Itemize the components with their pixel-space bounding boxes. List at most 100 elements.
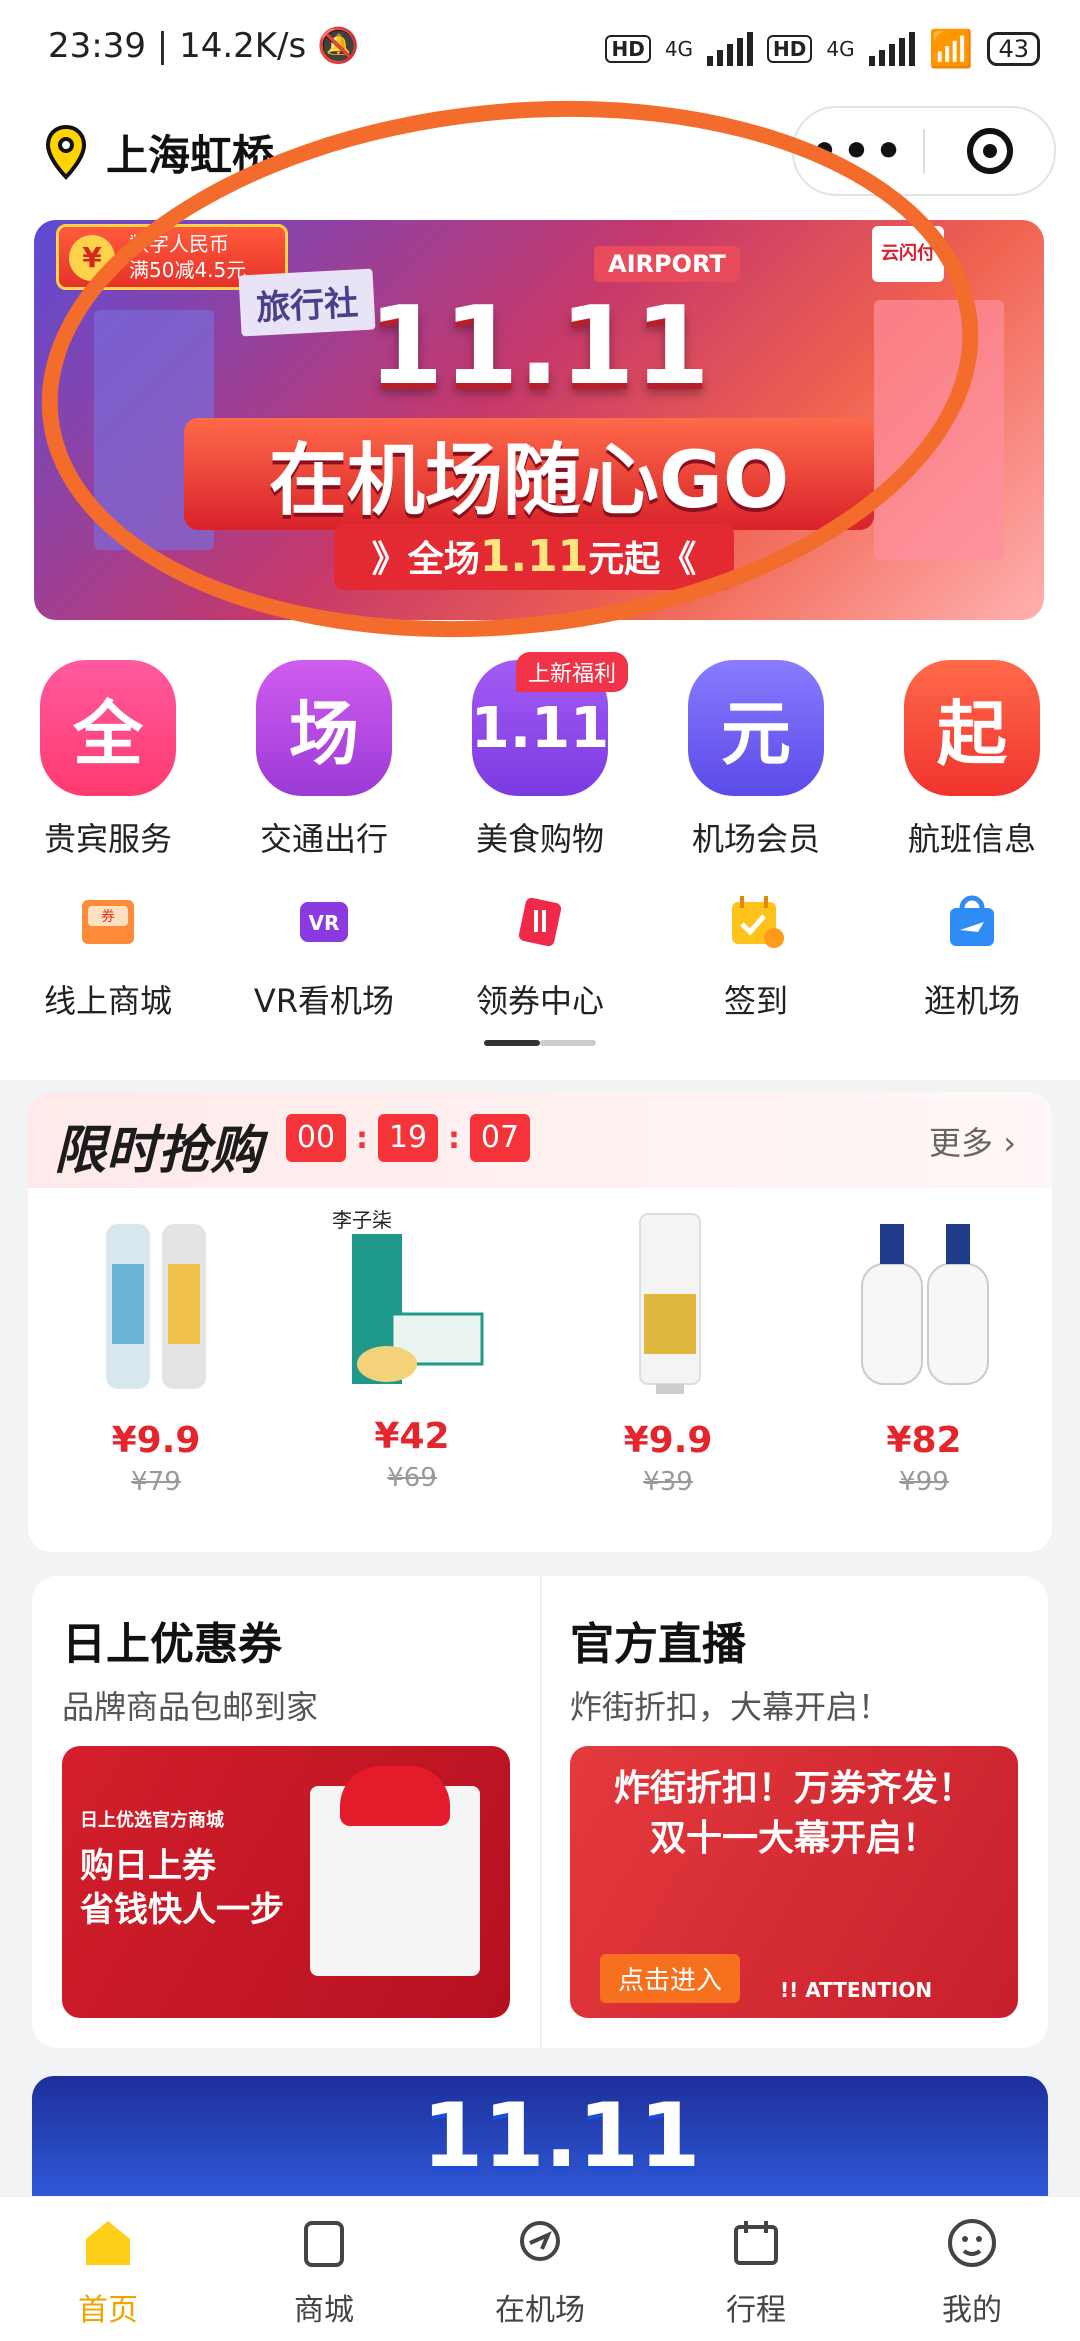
product-original-price: ¥99 (899, 1467, 949, 1497)
timer-hours: 00 (286, 1114, 346, 1162)
official-live-card[interactable]: 官方直播 炸街折扣，大幕开启！ 炸街折扣！万券齐发！ 双十一大幕开启！ 点击进入 … (540, 1576, 1048, 2048)
vr-icon: VR (300, 902, 348, 942)
chevron-right-icon: › (1003, 1124, 1016, 1162)
status-right: HD 4G HD 4G 📶 43 (605, 28, 1040, 70)
signal-icon-2 (868, 32, 915, 66)
page-indicator (484, 1040, 596, 1046)
vr-airport[interactable]: VR VR看机场 (244, 890, 404, 1022)
sig-label-2: 4G (826, 37, 855, 61)
card-image-line-1: 日上优选官方商城 (80, 1810, 224, 1831)
card-title: 官方直播 (570, 1619, 746, 1670)
location-pin-icon (45, 124, 87, 180)
browse-airport-label: 逛机场 (923, 982, 1020, 1020)
service-flight-info[interactable]: 起 航班信息 (892, 660, 1052, 860)
sig-label-1: 4G (664, 37, 694, 61)
vr-airport-label: VR看机场 (253, 982, 395, 1020)
card-image-line-2: 购日上券 省钱快人一步 (80, 1844, 284, 1932)
img-line-2a: 购日上券 (80, 1846, 216, 1886)
vip-glyph-icon: 全 (40, 660, 176, 796)
status-bar: 23:39 | 14.2K/s 🔕 HD 4G HD 4G 📶 43 (0, 0, 1080, 100)
product-price: ¥9.9 (623, 1420, 713, 1461)
secondary-banner-headline: 11.11 (422, 2084, 701, 2187)
card-subtitle: 炸街折扣，大幕开启！ (570, 1688, 891, 1726)
clock: 23:39 (48, 26, 146, 66)
product-list: ¥9.9 ¥79 李子柒 ¥42 ¥69 ¥9.9 ¥39 ¥82 ¥99 (28, 1204, 1052, 1497)
airport-icon (520, 2221, 560, 2261)
shopping-bag-plane-icon (950, 895, 994, 946)
tab-label: 商城 (294, 2293, 354, 2328)
timer-minutes: 19 (378, 1114, 438, 1162)
product-card[interactable]: ¥82 ¥99 (814, 1204, 1034, 1497)
new-benefit-tag: 上新福利 (516, 652, 629, 692)
hd-badge-1: HD (605, 35, 651, 63)
calendar-icon (734, 2221, 778, 2265)
tea-box-product-image: 李子柒 (332, 1204, 492, 1394)
service-transport[interactable]: 场 交通出行 (244, 660, 404, 860)
service-membership[interactable]: 元 机场会员 (676, 660, 836, 860)
flash-sale-title: 限时抢购 (54, 1121, 263, 1181)
online-mall-label: 线上商城 (43, 982, 172, 1020)
tab-profile[interactable]: 我的 (864, 2197, 1080, 2341)
shop-icon (304, 2221, 344, 2267)
home-icon (86, 2221, 130, 2265)
coupon-icon: 券 (82, 900, 134, 944)
live-image-text: 炸街折扣！万券齐发！ 双十一大幕开启！ (570, 1764, 1018, 1864)
secondary-banner[interactable]: 11.11 (32, 2076, 1048, 2196)
tab-itinerary[interactable]: 行程 (648, 2197, 864, 2341)
product-card[interactable]: ¥9.9 ¥39 (558, 1204, 778, 1497)
tea-brand: 李子柒 (332, 1208, 392, 1232)
card-subtitle: 品牌商品包邮到家 (62, 1688, 319, 1726)
calendar-checkin-icon (732, 896, 784, 948)
hd-badge-2: HD (767, 35, 813, 63)
more-label: 更多 (929, 1124, 994, 1162)
product-price: ¥9.9 (111, 1420, 201, 1461)
live-line-2: 双十一大幕开启！ (649, 1818, 938, 1859)
product-card[interactable]: 李子柒 ¥42 ¥69 (302, 1204, 522, 1497)
card-title: 日上优惠券 (62, 1619, 282, 1670)
product-card[interactable]: ¥9.9 ¥79 (46, 1204, 266, 1497)
indicator-active (484, 1040, 540, 1046)
tab-shop[interactable]: 商城 (216, 2197, 432, 2341)
product-original-price: ¥39 (643, 1467, 693, 1497)
close-miniapp-button[interactable] (925, 128, 1054, 174)
profile-icon (948, 2219, 996, 2267)
tab-label: 首页 (78, 2293, 138, 2328)
flash-sale-more-link[interactable]: 更多 › (929, 1118, 1016, 1164)
product-price: ¥82 (886, 1420, 962, 1461)
tab-home[interactable]: 首页 (0, 2197, 216, 2341)
card-image: 日上优选官方商城 购日上券 省钱快人一步 (62, 1746, 510, 2018)
online-mall[interactable]: 券 线上商城 (28, 890, 188, 1022)
card-image: 炸街折扣！万券齐发！ 双十一大幕开启！ 点击进入 !! ATTENTION (570, 1746, 1018, 2018)
secondary-services-row: 券 线上商城 VR VR看机场 领券中心 签到 逛机场 (0, 890, 1080, 1022)
promo-cards: 日上优惠券 品牌商品包邮到家 日上优选官方商城 购日上券 省钱快人一步 官方直播 … (32, 1576, 1048, 2048)
service-vip[interactable]: 全 贵宾服务 (28, 660, 188, 860)
transport-glyph-icon: 场 (256, 660, 392, 796)
service-label: 机场会员 (691, 820, 820, 858)
img-line-2b: 省钱快人一步 (80, 1890, 284, 1930)
flight-glyph-icon: 起 (904, 660, 1040, 796)
tab-at-airport[interactable]: 在机场 (432, 2197, 648, 2341)
service-label: 交通出行 (259, 820, 388, 858)
browse-airport[interactable]: 逛机场 (892, 890, 1052, 1022)
status-left: 23:39 | 14.2K/s 🔕 (48, 26, 360, 66)
service-label: 美食购物 (475, 820, 604, 858)
coupon-center-label: 领券中心 (475, 982, 604, 1020)
dove-cleanser-product-image (861, 1224, 989, 1385)
indicator-inactive (540, 1040, 596, 1046)
tab-label: 在机场 (495, 2293, 585, 2328)
svg-text:券: 券 (101, 909, 115, 925)
duty-free-coupon-card[interactable]: 日上优惠券 品牌商品包邮到家 日上优选官方商城 购日上券 省钱快人一步 (32, 1576, 542, 2048)
coupon-center[interactable]: 领券中心 (460, 890, 620, 1022)
check-in-label: 签到 (723, 982, 788, 1020)
product-price: ¥42 (374, 1416, 450, 1457)
attention-text: !! ATTENTION (780, 1978, 933, 2002)
ticket-icon (518, 897, 562, 947)
svg-text:VR: VR (309, 911, 340, 935)
gift-ribbon (340, 1766, 450, 1826)
check-in[interactable]: 签到 (676, 890, 836, 1022)
product-original-price: ¥79 (131, 1467, 181, 1497)
countdown-timer: 00 : 19 : 07 (286, 1114, 530, 1162)
live-line-1: 炸街折扣！万券齐发！ (613, 1768, 974, 1809)
spray-can-product-image (106, 1224, 206, 1389)
enter-live-button[interactable]: 点击进入 (600, 1954, 741, 2003)
